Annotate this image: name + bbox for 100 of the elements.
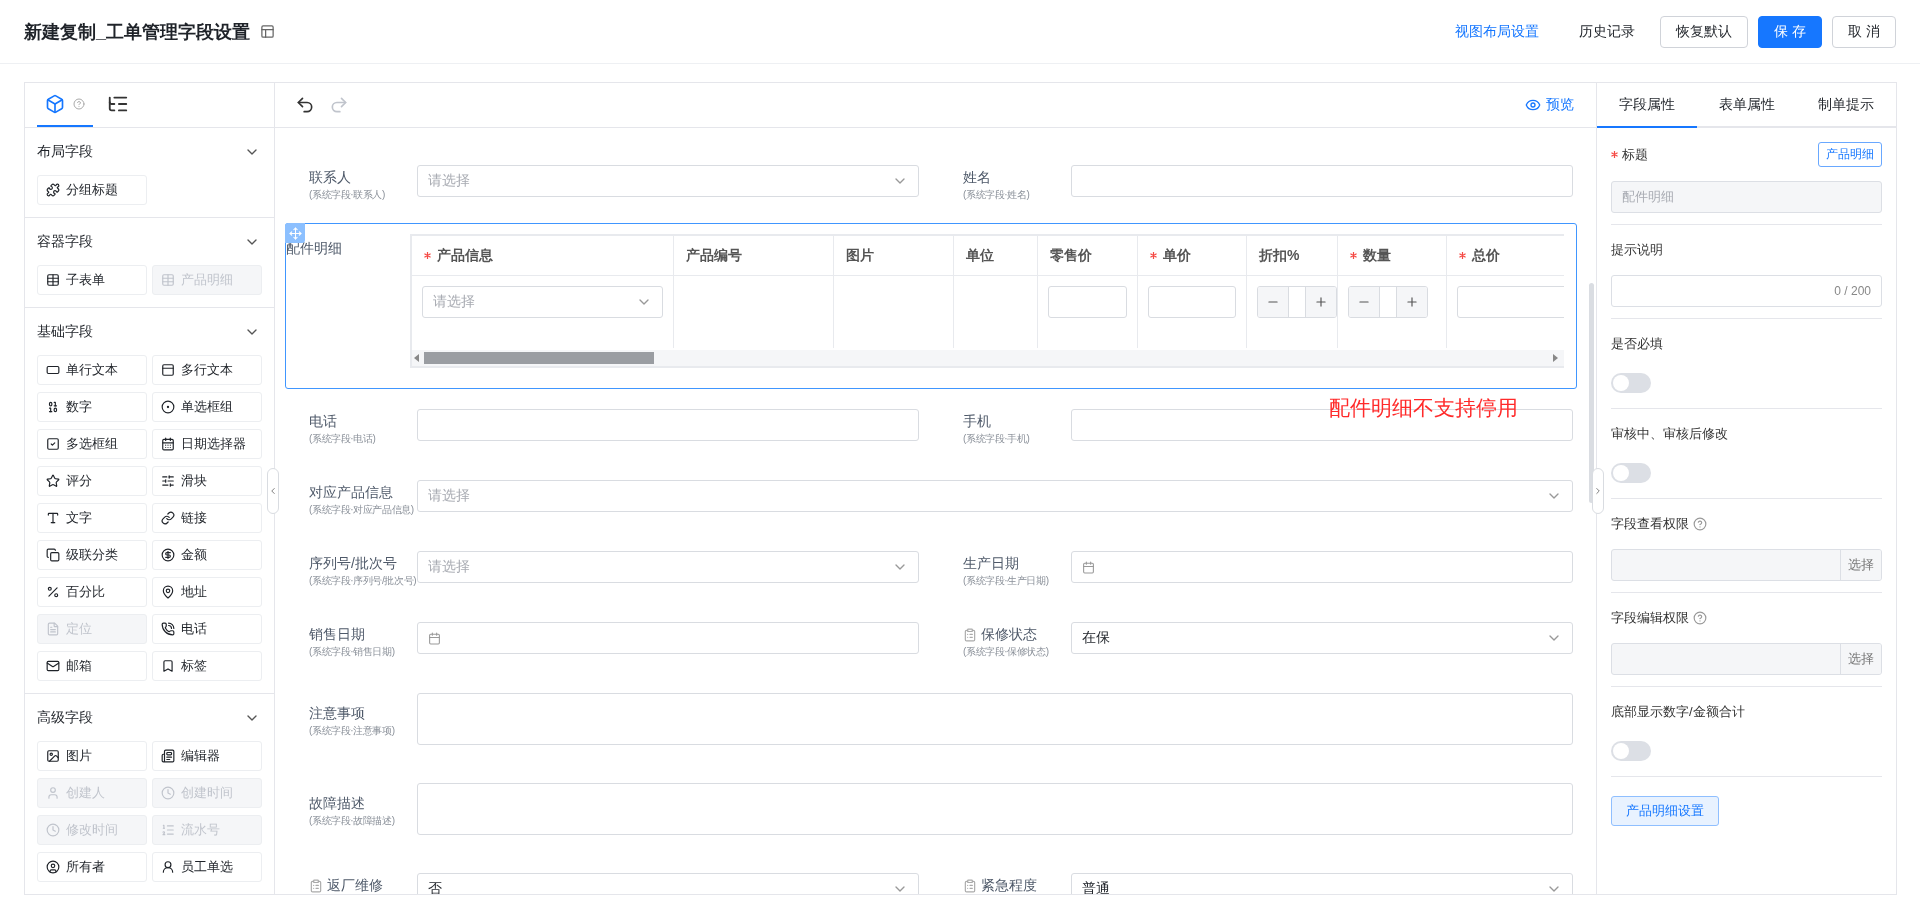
- vertical-scrollbar[interactable]: [1589, 283, 1594, 503]
- number-icon: [46, 400, 60, 414]
- toggle-switch[interactable]: [1611, 741, 1651, 761]
- textarea-field[interactable]: [417, 693, 1573, 745]
- date-field[interactable]: [1071, 551, 1573, 583]
- input-field[interactable]: [1071, 165, 1573, 197]
- field-type-item[interactable]: 邮箱: [37, 651, 147, 681]
- field-type-item[interactable]: 单行文本: [37, 355, 147, 385]
- field-type-item[interactable]: 员工单选: [152, 852, 262, 882]
- field-type-item[interactable]: 多选框组: [37, 429, 147, 459]
- properties-tab[interactable]: 表单属性: [1696, 83, 1797, 128]
- percent-icon: [46, 585, 60, 599]
- minus-button[interactable]: [1258, 287, 1288, 317]
- move-handle[interactable]: [285, 223, 305, 243]
- settings-button[interactable]: 产品明细设置: [1611, 796, 1719, 826]
- bookmark-icon: [161, 659, 175, 673]
- select-field[interactable]: 在保: [1071, 622, 1573, 654]
- puzzle-icon: [46, 183, 60, 197]
- link-button[interactable]: 视图布局设置: [1440, 15, 1555, 48]
- field-type-item[interactable]: 数字: [37, 392, 147, 422]
- help-icon[interactable]: [1693, 517, 1707, 531]
- select-field[interactable]: 否: [417, 873, 919, 894]
- input-field[interactable]: [1148, 286, 1236, 318]
- scroll-left-icon: [414, 354, 420, 362]
- type-tag[interactable]: 产品明细: [1818, 142, 1882, 167]
- column-header: 单位: [954, 236, 1038, 276]
- radio-icon: [161, 400, 175, 414]
- field-type-item[interactable]: 链接: [152, 503, 262, 533]
- column-header: 零售价: [1038, 236, 1138, 276]
- star-icon: [46, 474, 60, 488]
- mail-icon: [46, 659, 60, 673]
- description-field[interactable]: 0 / 200: [1611, 275, 1882, 307]
- field-type-item[interactable]: 多行文本: [152, 355, 262, 385]
- clipboard-icon: [963, 628, 977, 642]
- field-type-item[interactable]: 金额: [152, 540, 262, 570]
- toggle-switch[interactable]: [1611, 373, 1651, 393]
- collapse-handle[interactable]: [267, 468, 279, 514]
- field-type-item[interactable]: 分组标题: [37, 175, 147, 205]
- action-button[interactable]: 历史记录: [1564, 15, 1651, 48]
- properties-tab[interactable]: 字段属性: [1597, 83, 1697, 128]
- column-header: 单价: [1138, 236, 1247, 276]
- field-type-item[interactable]: 电话: [152, 614, 262, 644]
- field-type-item[interactable]: 滑块: [152, 466, 262, 496]
- action-button[interactable]: 恢复默认: [1660, 15, 1749, 48]
- page-title: 新建复制_工单管理字段设置: [24, 20, 250, 44]
- properties-tab[interactable]: 制单提示: [1796, 83, 1896, 128]
- field-label: 紧急程度: [981, 877, 1037, 894]
- select-button[interactable]: 选择: [1840, 550, 1881, 580]
- field-type-item[interactable]: 所有者: [37, 852, 147, 882]
- field-hint: (系统字段·序列号/批次号): [309, 575, 417, 587]
- field-type-item[interactable]: 日期选择器: [152, 429, 262, 459]
- help-icon[interactable]: [1693, 611, 1707, 625]
- plus-button[interactable]: [1306, 287, 1336, 317]
- textarea-field[interactable]: [417, 783, 1573, 835]
- input-field[interactable]: [1048, 286, 1127, 318]
- clock-icon: [46, 823, 60, 837]
- section-title: 基础字段: [37, 322, 93, 341]
- field-hint: (系统字段·故障描述): [309, 815, 396, 827]
- field-type-item[interactable]: 评分: [37, 466, 147, 496]
- horizontal-scrollbar[interactable]: [412, 350, 1564, 366]
- field-type-item[interactable]: 百分比: [37, 577, 147, 607]
- select-button[interactable]: 选择: [1840, 644, 1881, 674]
- date-field[interactable]: [417, 622, 919, 654]
- textarea-icon: [161, 363, 175, 377]
- field-label: 生产日期: [963, 555, 1019, 573]
- field-type-item[interactable]: 单选框组: [152, 392, 262, 422]
- calendar-icon: [1082, 560, 1095, 574]
- action-button[interactable]: 取 消: [1832, 15, 1896, 48]
- checkbox-icon: [46, 437, 60, 451]
- property-label: 字段查看权限: [1611, 515, 1689, 533]
- field-type-item[interactable]: 子表单: [37, 265, 147, 295]
- currency-icon: [161, 548, 175, 562]
- text-field-icon: [46, 363, 60, 377]
- primary-button[interactable]: 保 存: [1758, 15, 1823, 48]
- field-type-item[interactable]: 图片: [37, 741, 147, 771]
- number-stepper[interactable]: [1257, 286, 1337, 318]
- minus-button[interactable]: [1349, 287, 1379, 317]
- undo-button[interactable]: [295, 95, 315, 115]
- collapse-handle[interactable]: [1592, 468, 1604, 514]
- number-stepper[interactable]: [1348, 286, 1428, 318]
- column-header: 折扣%: [1247, 236, 1338, 276]
- plus-button[interactable]: [1397, 287, 1427, 317]
- layout-icon[interactable]: [260, 24, 275, 39]
- user-icon: [161, 860, 175, 874]
- input-field[interactable]: [417, 409, 919, 441]
- property-label: 审核中、审核后修改: [1611, 425, 1728, 443]
- input-field[interactable]: [1457, 286, 1564, 318]
- permission-field[interactable]: 选择: [1611, 643, 1882, 675]
- field-type-item[interactable]: 标签: [152, 651, 262, 681]
- preview-button[interactable]: 预览: [1519, 95, 1580, 115]
- toggle-switch[interactable]: [1611, 463, 1651, 483]
- clipboard-icon: [309, 879, 323, 893]
- field-type-item[interactable]: 文字: [37, 503, 147, 533]
- field-type-item[interactable]: 地址: [152, 577, 262, 607]
- field-hint: (系统字段·注意事项): [309, 725, 396, 737]
- field-type-item[interactable]: 级联分类: [37, 540, 147, 570]
- field-label: 对应产品信息: [309, 484, 393, 502]
- field-type-item[interactable]: 编辑器: [152, 741, 262, 771]
- permission-field[interactable]: 选择: [1611, 549, 1882, 581]
- plus-icon: [1314, 295, 1328, 309]
